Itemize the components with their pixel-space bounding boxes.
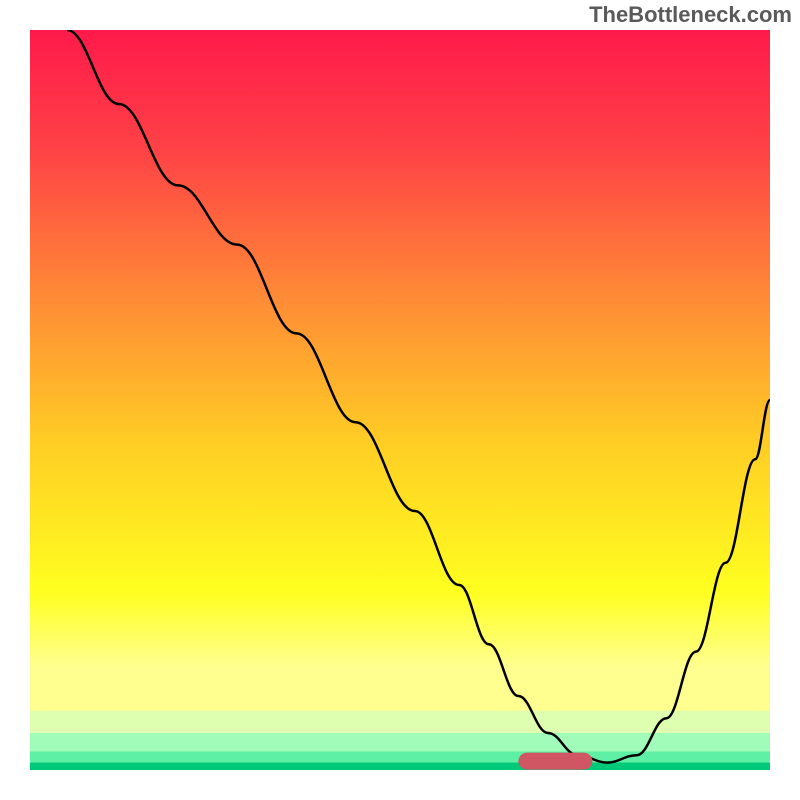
chart-container <box>30 30 770 770</box>
optimal-range-marker <box>518 753 592 770</box>
band <box>30 752 770 763</box>
gradient-background <box>30 30 770 770</box>
band <box>30 666 770 710</box>
highlight-bands <box>30 666 770 770</box>
band <box>30 733 770 752</box>
attribution-label: TheBottleneck.com <box>589 2 792 28</box>
bottleneck-chart <box>30 30 770 770</box>
band <box>30 763 770 770</box>
